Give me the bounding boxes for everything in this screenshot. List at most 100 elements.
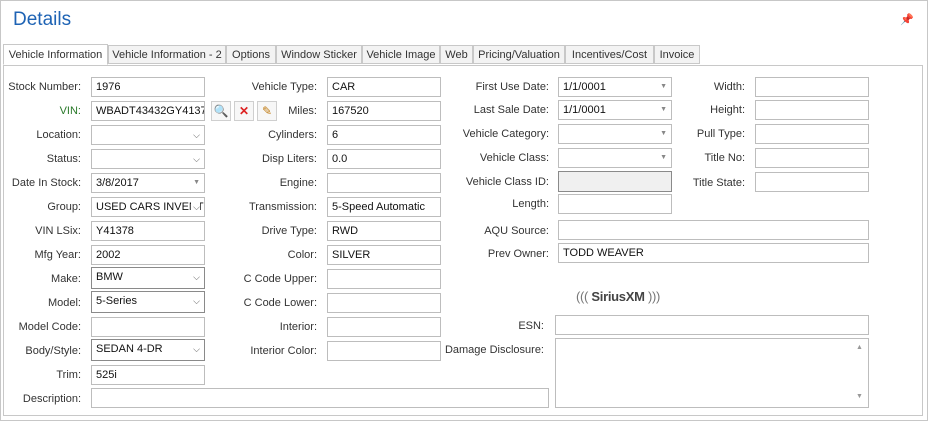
width-field[interactable] [755,77,869,97]
cylinders-label: Cylinders: [268,129,317,141]
body-style-label: Body/Style: [25,345,81,357]
siriusxm-logo-text: SiriusXM [591,289,645,304]
aqu-source-field[interactable] [558,220,869,240]
transmission-field[interactable]: 5-Speed Automatic [327,197,441,217]
title-no-label: Title No: [704,152,745,164]
last-sale-date-value: 1/1/0001 [563,104,606,116]
length-field[interactable] [558,194,672,214]
c-code-upper-label: C Code Upper: [243,273,317,285]
width-label: Width: [713,81,745,93]
group-select[interactable]: USED CARS INVENT ⌵ [91,197,205,217]
dropdown-arrow-icon: ▼ [660,83,667,90]
vehicle-type-label: Vehicle Type: [251,81,317,93]
vin-decode-icon[interactable]: 🔍 [211,101,231,121]
pull-type-field[interactable] [755,124,869,144]
miles-label: Miles: [288,105,317,117]
color-field[interactable]: SILVER [327,245,441,265]
body-style-value: SEDAN 4-DR [96,343,163,355]
vehicle-category-select[interactable]: ▼ [558,124,672,144]
tab-vehicle-information[interactable]: Vehicle Information [3,44,108,65]
model-code-field[interactable] [91,317,205,337]
esn-field[interactable] [555,315,869,335]
group-value: USED CARS INVENT [96,201,204,213]
tab-window-sticker[interactable]: Window Sticker [276,45,362,64]
pin-icon[interactable]: 📌 [900,13,914,26]
tab-incentives-cost[interactable]: Incentives/Cost [565,45,654,64]
height-label: Height: [710,104,745,116]
stock-number-field[interactable]: 1976 [91,77,205,97]
model-code-label: Model Code: [18,321,81,333]
drive-type-label: Drive Type: [261,225,317,237]
mfg-year-field[interactable]: 2002 [91,245,205,265]
vehicle-type-field[interactable]: CAR [327,77,441,97]
stock-number-label: Stock Number: [8,81,81,93]
tab-vehicle-image[interactable]: Vehicle Image [362,45,440,64]
disp-liters-field[interactable]: 0.0 [327,149,441,169]
status-select[interactable]: ⌵ [91,149,205,169]
tab-invoice[interactable]: Invoice [654,45,700,64]
transmission-label: Transmission: [248,201,317,213]
dropdown-arrow-icon: ▼ [660,106,667,113]
page-title: Details [13,9,72,30]
description-label: Description: [22,393,81,405]
model-value: 5-Series [96,295,137,307]
c-code-lower-field[interactable] [327,293,441,313]
cylinders-field[interactable]: 6 [327,125,441,145]
title-no-field[interactable] [755,148,869,168]
make-value: BMW [96,271,123,283]
vehicle-class-id-label: Vehicle Class ID: [465,176,549,188]
make-label: Make: [51,273,81,285]
model-label: Model: [47,297,81,309]
trim-field[interactable]: 525i [91,365,205,385]
status-label: Status: [46,153,81,165]
engine-field[interactable] [327,173,441,193]
aqu-source-label: AQU Source: [484,225,549,237]
vin-lsix-field[interactable]: Y41378 [91,221,205,241]
siriusxm-logo: ((( SiriusXM ))) [576,289,660,304]
dropdown-arrow-icon: ▼ [660,130,667,137]
mfg-year-label: Mfg Year: [34,249,81,261]
length-label: Length: [512,198,549,210]
tab-web[interactable]: Web [440,45,473,64]
drive-type-field[interactable]: RWD [327,221,441,241]
damage-disclosure-textarea[interactable] [555,338,869,408]
title-state-field[interactable] [755,172,869,192]
vin-field[interactable]: WBADT43432GY41378 [91,101,205,121]
dropdown-arrow-icon: ▼ [193,179,200,186]
interior-field[interactable] [327,317,441,337]
first-use-date-field[interactable]: 1/1/0001 ▼ [558,77,672,97]
scroll-up-icon[interactable]: ▲ [856,344,863,351]
location-select[interactable]: ⌵ [91,125,205,145]
group-label: Group: [47,201,81,213]
first-use-date-label: First Use Date: [475,81,549,93]
esn-label: ESN: [518,320,544,332]
damage-disclosure-label: Damage Disclosure: [444,344,544,356]
title-state-label: Title State: [692,177,745,189]
last-sale-date-label: Last Sale Date: [473,104,549,116]
scroll-down-icon[interactable]: ▼ [856,393,863,400]
vin-lsix-label: VIN LSix: [35,225,81,237]
last-sale-date-field[interactable]: 1/1/0001 ▼ [558,100,672,120]
interior-color-field[interactable] [327,341,441,361]
tab-options[interactable]: Options [226,45,276,64]
edit-icon[interactable]: ✎ [257,101,277,121]
description-field[interactable] [91,388,549,408]
vehicle-class-select[interactable]: ▼ [558,148,672,168]
model-select[interactable]: 5-Series ⌵ [91,291,205,313]
c-code-upper-field[interactable] [327,269,441,289]
chevron-down-icon: ⌵ [191,198,200,216]
prev-owner-field[interactable]: TODD WEAVER [558,243,869,263]
engine-label: Engine: [279,177,317,189]
interior-label: Interior: [279,321,317,333]
vin-label: VIN: [59,105,81,117]
miles-field[interactable]: 167520 [327,101,441,121]
tab-vehicle-information-2[interactable]: Vehicle Information - 2 [108,45,226,64]
tab-pricing-valuation[interactable]: Pricing/Valuation [473,45,565,64]
make-select[interactable]: BMW ⌵ [91,267,205,289]
height-field[interactable] [755,100,869,120]
clear-icon[interactable]: ✕ [234,101,254,121]
chevron-down-icon: ⌵ [193,130,200,140]
chevron-down-icon: ⌵ [193,272,200,282]
date-in-stock-field[interactable]: 3/8/2017 ▼ [91,173,205,193]
body-style-select[interactable]: SEDAN 4-DR ⌵ [91,339,205,361]
